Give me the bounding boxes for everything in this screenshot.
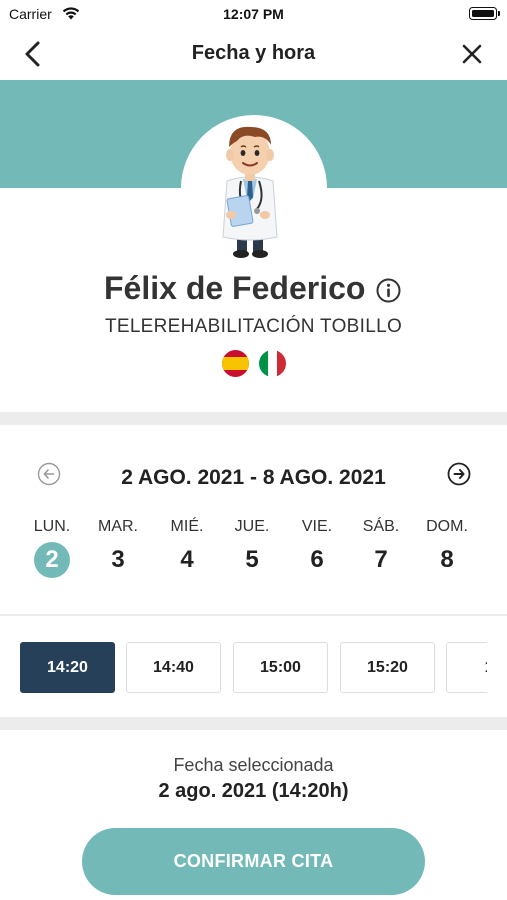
day-number: 6	[310, 546, 324, 573]
day-name: MIÉ.	[170, 518, 204, 535]
day-sunday[interactable]: DOM. 8	[417, 518, 477, 578]
time-slot[interactable]: 15	[446, 642, 487, 693]
page-title: Fecha y hora	[191, 42, 316, 64]
doctor-avatar	[181, 115, 327, 261]
day-friday[interactable]: VIE. 6	[287, 518, 347, 578]
info-icon	[376, 278, 401, 303]
arrow-right-circle-icon	[447, 462, 471, 486]
doctor-name: Félix de Federico	[104, 270, 366, 306]
doctor-info-button[interactable]	[376, 278, 401, 303]
day-name: SÁB.	[362, 518, 400, 535]
day-number: 5	[245, 546, 259, 573]
section-divider	[0, 412, 507, 425]
day-name: LUN.	[33, 518, 71, 535]
spanish-flag-icon	[222, 350, 249, 377]
next-week-button[interactable]	[447, 462, 471, 486]
day-name: DOM.	[426, 518, 468, 535]
doctor-specialty: TELEREHABILITACIÓN TOBILLO	[104, 316, 403, 337]
close-button[interactable]	[457, 39, 487, 69]
section-divider	[0, 717, 507, 730]
day-name: MAR.	[98, 518, 138, 535]
time-slot[interactable]: 15:20	[340, 642, 435, 693]
week-range-label: 2 AGO. 2021 - 8 AGO. 2021	[121, 466, 386, 489]
time-slot[interactable]: 15:00	[233, 642, 328, 693]
day-number: 2	[34, 542, 70, 578]
battery-icon	[469, 7, 500, 20]
time-slot-list[interactable]: 14:20 14:40 15:00 15:20 15	[20, 642, 487, 694]
day-saturday[interactable]: SÁB. 7	[351, 518, 411, 578]
day-tuesday[interactable]: MAR. 3	[88, 518, 148, 578]
day-wednesday[interactable]: MIÉ. 4	[157, 518, 217, 578]
day-name: VIE.	[301, 518, 333, 535]
italian-flag-icon	[259, 350, 286, 377]
doctor-illustration-icon	[222, 126, 278, 258]
day-thursday[interactable]: JUE. 5	[222, 518, 282, 578]
day-number: 7	[374, 546, 388, 573]
status-time: 12:07 PM	[223, 6, 284, 22]
day-number: 4	[180, 546, 194, 573]
confirm-appointment-button[interactable]: CONFIRMAR CITA	[82, 828, 425, 895]
selected-date-value: 2 ago. 2021 (14:20h)	[158, 780, 349, 802]
section-divider	[0, 614, 507, 616]
status-bar: Carrier 12:07 PM	[0, 0, 507, 28]
day-name: JUE.	[234, 518, 270, 535]
day-monday[interactable]: LUN. 2	[22, 518, 82, 578]
day-number: 8	[440, 546, 454, 573]
day-number: 3	[111, 546, 125, 573]
close-icon	[462, 44, 482, 64]
time-slot[interactable]: 14:40	[126, 642, 221, 693]
time-slot[interactable]: 14:20	[20, 642, 115, 693]
selected-date-label: Fecha seleccionada	[173, 755, 334, 775]
navigation-bar: Fecha y hora	[0, 28, 507, 80]
